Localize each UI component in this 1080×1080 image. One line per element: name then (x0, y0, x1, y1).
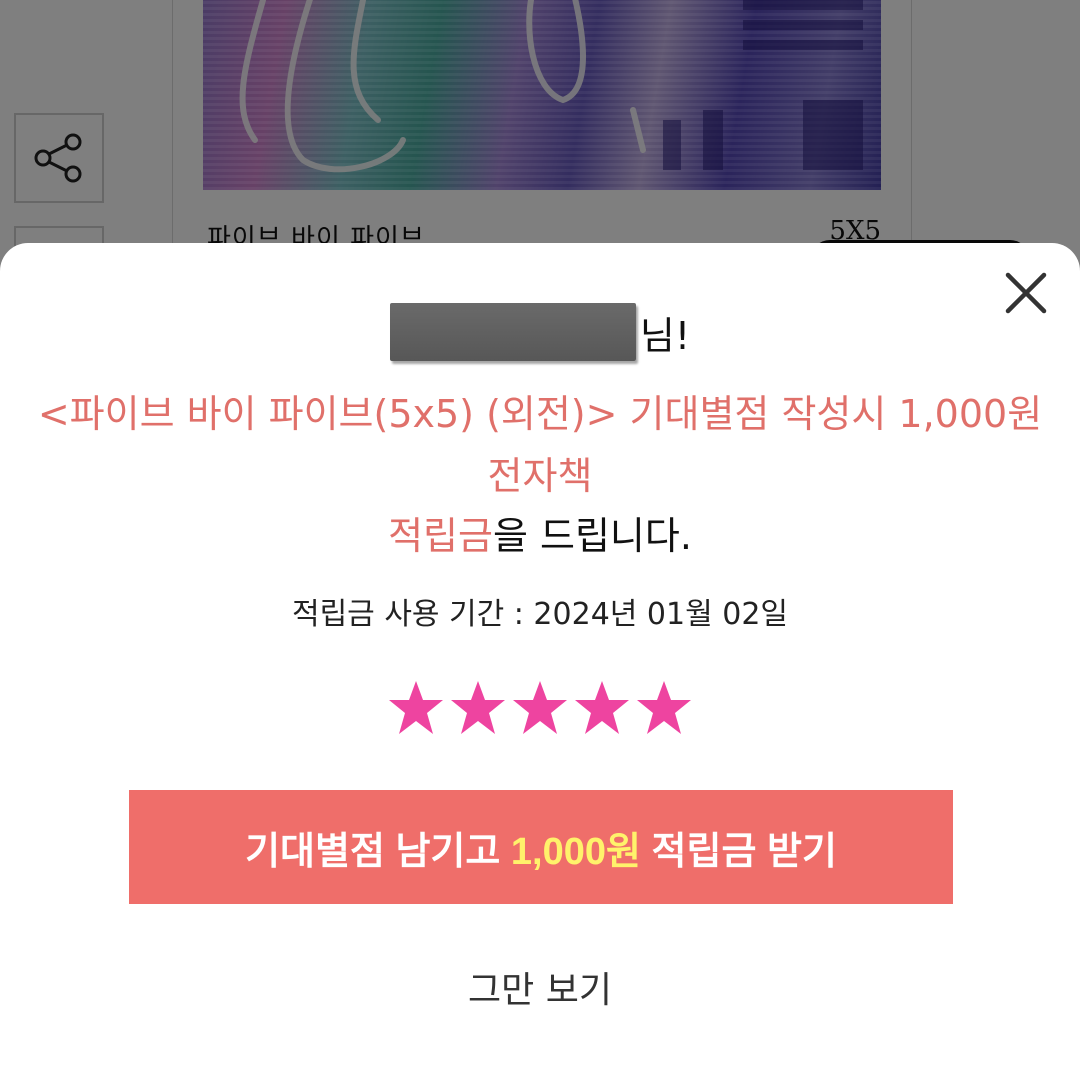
reward-rest-text: 을 드립니다. (492, 514, 692, 558)
screen: 파이브 바이 파이브 5X5 (0, 0, 1080, 1080)
greeting: 님! (0, 297, 1080, 367)
dismiss-button[interactable]: 그만 보기 (0, 961, 1080, 1013)
reward-period: 적립금 사용 기간 : 2024년 01월 02일 (291, 597, 789, 632)
star-icon[interactable] (635, 679, 693, 737)
rating-reward-sheet: 님! <파이브 바이 파이브(5x5) (외전)> 기대별점 작성시 1,000… (0, 243, 1080, 1080)
greeting-suffix: 님! (639, 313, 691, 358)
cta-text-part2: 적립금 받기 (640, 830, 837, 873)
star-icon[interactable] (573, 679, 631, 737)
reward-message: 적립금을 드립니다. (0, 505, 1080, 567)
reward-accent-text: 적립금 (388, 514, 493, 558)
promo-message: <파이브 바이 파이브(5x5) (외전)> 기대별점 작성시 1,000원 전… (37, 392, 1043, 498)
star-icon[interactable] (449, 679, 507, 737)
cta-text-part1: 기대별점 남기고 (245, 830, 511, 873)
star-rating[interactable] (0, 679, 1080, 739)
cta-amount-text: 1,000원 (510, 830, 641, 873)
star-icon[interactable] (511, 679, 569, 737)
star-icon[interactable] (387, 679, 445, 737)
redacted-username (389, 303, 636, 361)
leave-rating-button[interactable]: 기대별점 남기고 1,000원 적립금 받기 (129, 790, 953, 904)
